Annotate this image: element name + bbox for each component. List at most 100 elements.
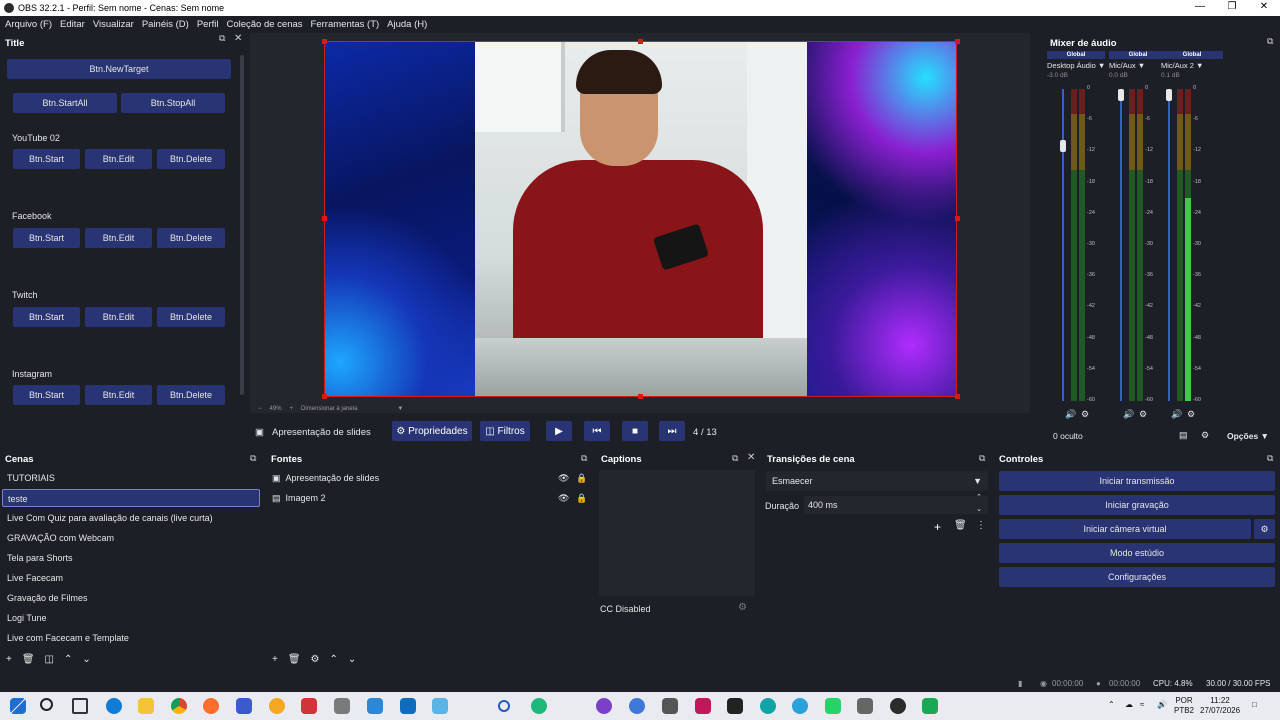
scene-item[interactable]: Live Com Quiz para avaliação de canais (… [0,509,260,527]
whatsapp-icon[interactable] [825,698,841,714]
edit-button[interactable]: Btn.Edit [85,149,152,169]
float-dock-icon[interactable]: ⧉ [732,453,738,464]
settings-button[interactable]: Configurações [999,567,1275,587]
telegram-icon[interactable] [792,698,808,714]
delete-button[interactable]: Btn.Delete [157,149,225,169]
file-explorer-icon[interactable] [138,698,154,714]
volume-fader-track[interactable] [1168,89,1170,401]
start-virtual-camera-button[interactable]: Iniciar câmera virtual [999,519,1251,539]
scene-item[interactable]: GRAVAÇÃO com Webcam [0,529,260,547]
edit-button[interactable]: Btn.Edit [85,228,152,248]
resize-handle[interactable] [955,39,960,44]
edit-button[interactable]: Btn.Edit [85,307,152,327]
source-item[interactable]: ▤ Imagem 2 👁 🔒 [266,489,590,507]
tray-icon[interactable]: ☁ [1125,700,1133,710]
edit-button[interactable]: Btn.Edit [85,385,152,405]
tray-chevron-icon[interactable]: ⌃ [1108,700,1115,710]
start-button[interactable]: Btn.Start [13,228,80,248]
obs-taskbar-icon[interactable] [890,698,906,714]
studio-mode-button[interactable]: Modo estúdio [999,543,1275,563]
settings-icon[interactable]: ⚙ [1139,409,1147,420]
app-icon[interactable] [367,698,383,714]
wifi-icon[interactable]: ≈ [1140,700,1144,710]
preview-canvas[interactable] [324,41,957,397]
menu-scene-collection[interactable]: Coleção de cenas [226,19,302,30]
menu-file[interactable]: Arquivo (F) [5,19,52,30]
move-down-icon[interactable]: ⌄ [348,654,356,665]
resize-handle[interactable] [638,39,643,44]
scene-item[interactable]: Gravação de Filmes [0,589,260,607]
move-down-icon[interactable]: ⌄ [82,654,90,665]
filters-button[interactable]: ◫ Filtros [480,421,530,441]
float-dock-icon[interactable]: ⧉ [979,453,985,464]
settings-icon[interactable]: ⚙ [738,602,747,613]
resize-handle[interactable] [322,39,327,44]
float-dock-icon[interactable]: ⧉ [250,453,256,464]
menu-profile[interactable]: Perfil [197,19,219,30]
channel-name[interactable]: Mic/Aux ▼ [1109,61,1167,70]
app-icon[interactable] [695,698,711,714]
delete-button[interactable]: Btn.Delete [157,385,225,405]
duration-input[interactable]: 400 ms ⌃ ⌄ [804,494,988,514]
app-icon[interactable] [596,698,612,714]
chrome-icon[interactable] [171,698,187,714]
start-recording-button[interactable]: Iniciar gravação [999,495,1275,515]
transition-select[interactable]: Esmaecer ▼ [766,471,988,491]
trash-icon[interactable]: 🗑 [22,654,35,665]
move-up-icon[interactable]: ⌃ [330,654,338,665]
menu-docks[interactable]: Painéis (D) [142,19,189,30]
filter-icon[interactable]: ◫ [45,654,54,665]
start-button[interactable]: Btn.Start [13,307,80,327]
trash-icon[interactable]: 🗑 [288,654,301,665]
add-icon[interactable]: + [934,520,941,534]
restore-icon[interactable]: ❐ [1216,0,1248,16]
minimize-icon[interactable]: — [1184,0,1216,16]
settings-icon[interactable]: ⚙ [1081,409,1089,420]
source-item[interactable]: ▣ Apresentação de slides 👁 🔒 [266,469,590,487]
dock-scrollbar[interactable] [240,55,244,395]
lock-icon[interactable]: 🔒 [576,469,587,487]
next-button[interactable]: ⏭ [659,421,685,441]
resize-handle[interactable] [638,394,643,399]
close-dock-icon[interactable]: ✕ [747,452,755,463]
lock-icon[interactable]: 🔒 [576,489,587,507]
resize-handle[interactable] [955,216,960,221]
scene-item[interactable]: Tela para Shorts [0,549,260,567]
store-icon[interactable] [236,698,252,714]
delete-button[interactable]: Btn.Delete [157,307,225,327]
stop-all-button[interactable]: Btn.StopAll [121,93,225,113]
calculator-icon[interactable] [334,698,350,714]
previous-button[interactable]: ⏮ [584,421,610,441]
scene-item[interactable]: Live Facecam [0,569,260,587]
gear-icon[interactable]: ⚙ [311,654,320,665]
settings-icon[interactable]: ⚙ [1187,409,1195,420]
chevron-down-icon[interactable]: ▼ [397,406,403,412]
task-view-icon[interactable] [72,698,88,714]
zoom-mode[interactable]: Dimensionar à janela [301,406,357,412]
app-icon[interactable] [727,698,743,714]
virtual-camera-settings-button[interactable]: ⚙ [1254,519,1275,539]
app-icon[interactable] [269,698,285,714]
move-up-icon[interactable]: ⌃ [64,654,72,665]
windows-start-icon[interactable] [10,698,26,714]
app-icon[interactable] [760,698,776,714]
options-button[interactable]: Opções ▼ [1227,431,1269,441]
volume-fader-knob[interactable] [1060,140,1066,152]
start-streaming-button[interactable]: Iniciar transmissão [999,471,1275,491]
notification-icon[interactable]: □ [1252,700,1257,710]
app-icon[interactable] [301,698,317,714]
cortana-icon[interactable] [498,700,510,712]
search-icon[interactable] [40,698,53,711]
start-button[interactable]: Btn.Start [13,385,80,405]
resize-handle[interactable] [322,394,327,399]
speaker-icon[interactable]: 🔊 [1157,700,1167,710]
volume-fader-knob[interactable] [1166,89,1172,101]
menu-help[interactable]: Ajuda (H) [387,19,427,30]
layout-icon[interactable]: ▤ [1179,430,1188,441]
eye-icon[interactable]: 👁 [558,469,569,487]
add-icon[interactable]: + [6,654,12,665]
properties-button[interactable]: ⚙ Propriedades [392,421,472,441]
scene-item[interactable]: Logi Tune [0,609,260,627]
scene-item[interactable]: Live com Facecam e Template [0,629,260,647]
channel-name[interactable]: Mic/Aux 2 ▼ [1161,61,1223,70]
